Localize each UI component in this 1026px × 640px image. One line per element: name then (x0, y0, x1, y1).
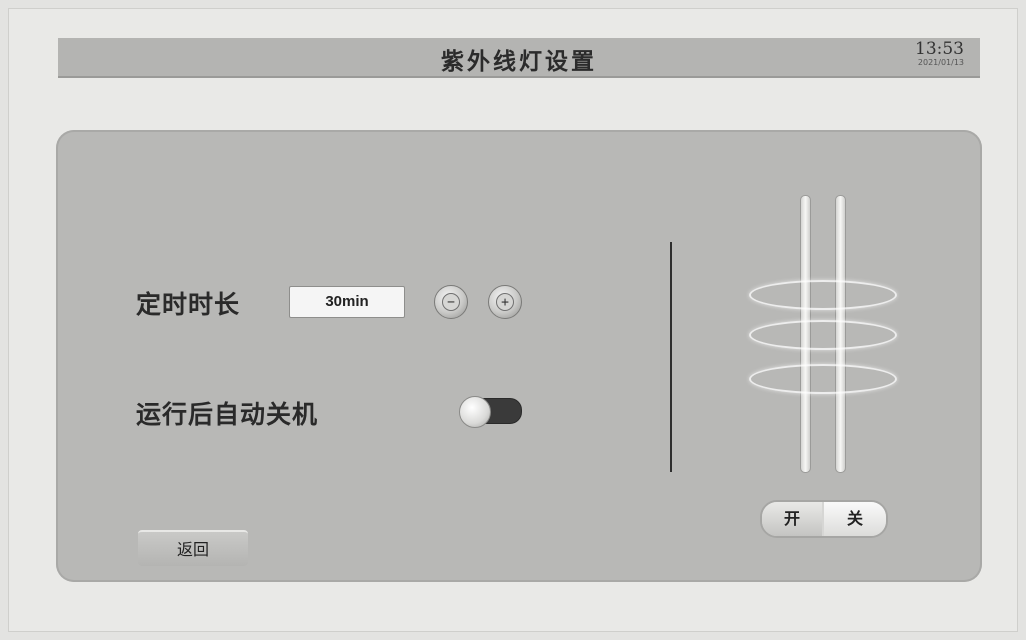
page-title: 紫外线灯设置 (441, 49, 597, 75)
title-bar: 紫外线灯设置 13:53 2021/01/13 (58, 38, 980, 78)
clock-date: 2021/01/13 (917, 58, 964, 67)
light-ring (749, 320, 897, 350)
lamp-power-switch[interactable]: 开 关 (760, 500, 888, 538)
clock: 13:53 2021/01/13 (915, 41, 964, 68)
auto-shutdown-label: 运行后自动关机 (136, 400, 319, 429)
light-ring (749, 364, 897, 394)
timer-duration-field[interactable]: 30min (289, 286, 405, 318)
timer-duration-label: 定时时长 (136, 290, 241, 319)
switch-on-option[interactable]: 开 (762, 502, 822, 536)
plus-icon: + (496, 293, 514, 311)
toggle-knob (459, 396, 491, 428)
minus-icon: − (442, 293, 460, 311)
clock-time: 13:53 (915, 39, 964, 59)
light-ring (749, 280, 897, 310)
increase-button[interactable]: + (488, 285, 522, 319)
divider (670, 242, 672, 472)
back-button[interactable]: 返回 (138, 530, 248, 566)
decrease-button[interactable]: − (434, 285, 468, 319)
switch-off-option[interactable]: 关 (824, 502, 886, 536)
settings-panel: 定时时长 30min − + 运行后自动关机 开 关 返回 (56, 130, 982, 582)
auto-shutdown-toggle[interactable] (459, 396, 522, 428)
